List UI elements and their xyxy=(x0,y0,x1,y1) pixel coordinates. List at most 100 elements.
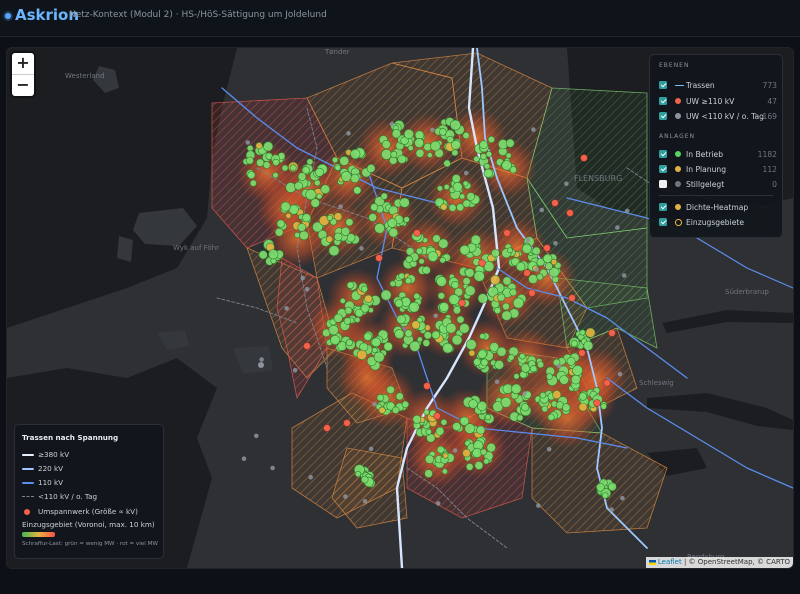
plant-active-marker[interactable] xyxy=(462,199,471,208)
plant-active-marker[interactable] xyxy=(505,138,515,148)
layer-toggle-trassen[interactable]: Trassen 773 xyxy=(659,80,777,92)
plant-active-marker[interactable] xyxy=(477,400,488,411)
substation-small-marker[interactable] xyxy=(620,495,625,501)
map-view[interactable]: Westerland Tønder Wyk auf Föhr Süderbrar… xyxy=(6,47,794,569)
plant-active-marker[interactable] xyxy=(479,140,488,150)
checkbox[interactable] xyxy=(659,81,667,89)
plant-active-marker[interactable] xyxy=(561,403,571,412)
substation-small-marker[interactable] xyxy=(359,246,364,251)
substation-marker[interactable] xyxy=(608,329,616,337)
plant-active-marker[interactable] xyxy=(501,160,512,171)
checkbox[interactable] xyxy=(659,165,667,173)
plant-active-marker[interactable] xyxy=(262,161,271,169)
plant-active-marker[interactable] xyxy=(583,340,594,351)
plant-active-marker[interactable] xyxy=(328,325,339,336)
plant-planned-marker[interactable] xyxy=(364,294,373,304)
plant-planned-marker[interactable] xyxy=(578,402,588,412)
substation-small-marker[interactable] xyxy=(539,207,545,213)
zoom-in-button[interactable]: + xyxy=(12,53,34,74)
plant-active-marker[interactable] xyxy=(422,339,431,347)
plant-active-marker[interactable] xyxy=(326,214,333,221)
plant-active-marker[interactable] xyxy=(403,216,410,223)
plant-active-marker[interactable] xyxy=(426,152,433,158)
plant-active-marker[interactable] xyxy=(333,313,343,323)
plant-active-marker[interactable] xyxy=(486,442,496,453)
substation-small-marker[interactable] xyxy=(308,474,314,480)
plant-active-marker[interactable] xyxy=(437,292,446,300)
plant-active-marker[interactable] xyxy=(360,475,369,484)
substation-marker[interactable] xyxy=(568,294,576,302)
plant-active-marker[interactable] xyxy=(390,150,398,158)
plant-active-marker[interactable] xyxy=(462,180,469,187)
substation-small-marker[interactable] xyxy=(245,140,251,145)
substation-small-marker[interactable] xyxy=(624,208,630,214)
substation-marker[interactable] xyxy=(578,349,586,357)
substation-small-marker[interactable] xyxy=(292,367,298,373)
plant-active-marker[interactable] xyxy=(314,167,324,177)
plant-active-marker[interactable] xyxy=(376,394,384,402)
leaflet-link[interactable]: Leaflet xyxy=(658,558,682,566)
plant-active-marker[interactable] xyxy=(436,185,443,192)
plant-active-marker[interactable] xyxy=(566,356,576,366)
plant-active-marker[interactable] xyxy=(570,339,578,347)
plant-planned-marker[interactable] xyxy=(462,448,471,458)
plant-active-marker[interactable] xyxy=(415,148,425,158)
plant-active-marker[interactable] xyxy=(334,232,343,242)
plant-active-marker[interactable] xyxy=(350,148,361,160)
plant-active-marker[interactable] xyxy=(570,374,581,385)
plant-active-marker[interactable] xyxy=(383,341,393,352)
plant-active-marker[interactable] xyxy=(600,403,607,410)
plant-active-marker[interactable] xyxy=(414,138,424,148)
plant-active-marker[interactable] xyxy=(386,385,395,394)
substation-marker[interactable] xyxy=(323,424,331,432)
plant-active-marker[interactable] xyxy=(281,164,289,172)
plant-active-marker[interactable] xyxy=(443,159,451,168)
substation-marker[interactable] xyxy=(551,199,559,207)
substation-small-marker[interactable] xyxy=(556,363,562,369)
plant-active-marker[interactable] xyxy=(520,403,530,412)
plant-active-marker[interactable] xyxy=(435,426,445,436)
plant-active-marker[interactable] xyxy=(445,322,457,334)
plant-active-marker[interactable] xyxy=(501,310,512,321)
plant-active-marker[interactable] xyxy=(479,153,487,161)
plant-active-marker[interactable] xyxy=(448,203,457,212)
plant-active-marker[interactable] xyxy=(354,316,361,323)
plant-active-marker[interactable] xyxy=(448,294,460,306)
overlay-toggle-einzugsgebiete[interactable]: Einzugsgebiete xyxy=(659,217,777,229)
plant-active-marker[interactable] xyxy=(263,141,274,152)
plant-active-marker[interactable] xyxy=(380,289,392,301)
substation-marker[interactable] xyxy=(423,382,431,390)
plant-active-marker[interactable] xyxy=(371,337,382,348)
plant-active-marker[interactable] xyxy=(464,423,476,434)
plant-active-marker[interactable] xyxy=(439,128,447,136)
plant-active-marker[interactable] xyxy=(473,358,481,366)
substation-small-marker[interactable] xyxy=(284,306,289,311)
plant-active-marker[interactable] xyxy=(451,174,461,184)
plant-active-marker[interactable] xyxy=(432,234,441,243)
plant-planned-marker[interactable] xyxy=(550,258,558,266)
plant-active-marker[interactable] xyxy=(579,329,586,336)
plant-active-marker[interactable] xyxy=(399,197,410,208)
plant-active-marker[interactable] xyxy=(401,400,410,409)
substation-marker[interactable] xyxy=(543,244,551,252)
substation-marker[interactable] xyxy=(458,299,466,307)
plant-active-marker[interactable] xyxy=(276,219,285,228)
plant-active-marker[interactable] xyxy=(431,330,441,340)
substation-marker[interactable] xyxy=(478,259,486,267)
plant-active-marker[interactable] xyxy=(343,317,352,325)
substation-marker[interactable] xyxy=(593,399,601,407)
plant-active-marker[interactable] xyxy=(413,292,421,300)
plant-active-marker[interactable] xyxy=(306,158,314,166)
plant-active-marker[interactable] xyxy=(539,391,547,399)
plant-active-marker[interactable] xyxy=(546,373,553,380)
plant-active-marker[interactable] xyxy=(404,277,412,285)
substation-small-marker[interactable] xyxy=(241,456,247,462)
plant-active-marker[interactable] xyxy=(394,299,404,308)
plant-active-marker[interactable] xyxy=(334,164,341,171)
plant-active-marker[interactable] xyxy=(398,272,406,280)
plant-active-marker[interactable] xyxy=(443,184,450,191)
plant-active-marker[interactable] xyxy=(505,152,512,159)
plant-active-marker[interactable] xyxy=(477,293,488,304)
plant-active-marker[interactable] xyxy=(494,359,505,370)
substation-marker[interactable] xyxy=(343,419,351,427)
